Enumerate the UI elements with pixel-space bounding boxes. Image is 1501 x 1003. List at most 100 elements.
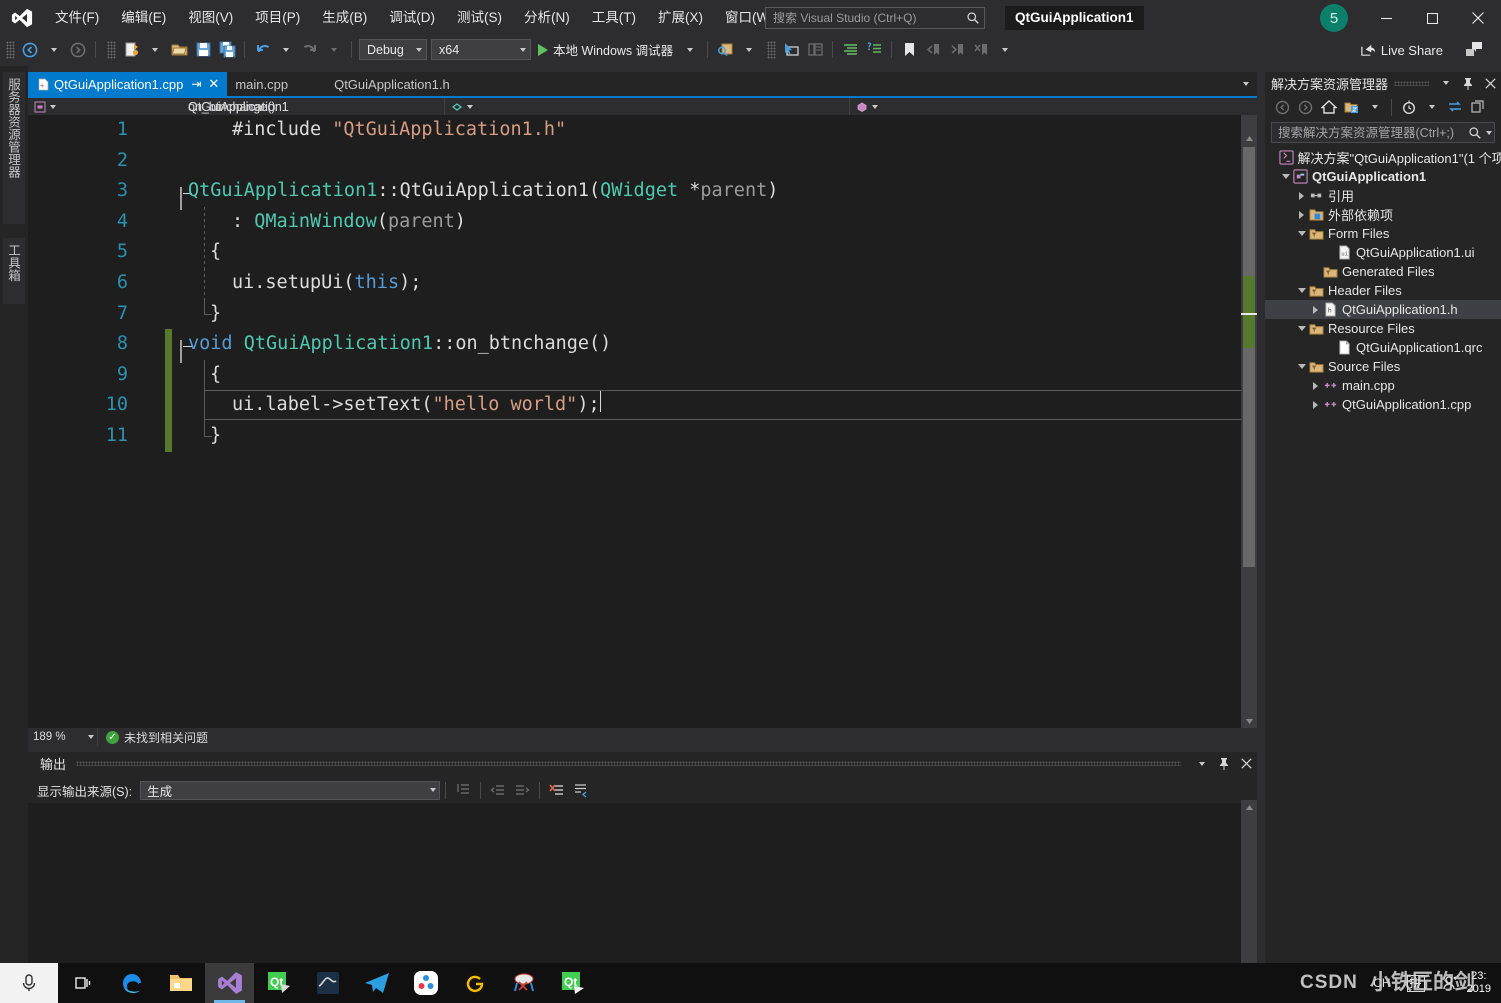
taskbar-app-visual-studio[interactable] [205, 963, 254, 1003]
close-icon[interactable]: ✕ [208, 76, 219, 92]
tab-main-cpp[interactable]: main.cpp [227, 72, 296, 96]
select-element-icon[interactable] [779, 39, 803, 61]
previous-bookmark-icon[interactable] [921, 39, 945, 61]
pin-icon[interactable] [1457, 72, 1479, 95]
tab-qtguiapplication1-cpp[interactable]: + QtGuiApplication1.cpp ⇥ ✕ [28, 72, 227, 96]
new-project-dropdown[interactable] [143, 39, 167, 61]
redo-icon[interactable] [298, 39, 322, 61]
code-line[interactable]: 6ui.setupUi(this); [28, 268, 1238, 299]
chevron-down-icon[interactable] [1295, 281, 1308, 300]
start-debugging-dropdown[interactable] [678, 39, 702, 61]
taskbar-app-edge[interactable] [107, 963, 156, 1003]
code-line[interactable]: 10ui.label->setText("hello world"); [28, 390, 1238, 421]
maximize-button[interactable] [1409, 0, 1455, 36]
start-debugging-button[interactable]: 本地 Windows 调试器 [533, 39, 678, 61]
output-vertical-scrollbar[interactable] [1241, 800, 1257, 978]
sidebar-tab-server-explorer[interactable]: 服务器资源管理器 [3, 72, 25, 224]
solution-tree-item[interactable]: Form Files [1265, 224, 1501, 243]
solution-tree-item[interactable]: 外部依赖项 [1265, 205, 1501, 224]
chevron-down-icon[interactable] [1295, 319, 1308, 338]
tab-qtguiapplication1-h[interactable]: QtGuiApplication1.h [326, 72, 458, 96]
code-line[interactable]: 3QtGuiApplication1::QtGuiApplication1(QW… [28, 176, 1238, 207]
task-list-icon[interactable] [838, 39, 862, 61]
sidebar-tab-toolbox[interactable]: 工具箱 [3, 238, 25, 304]
chevron-down-icon[interactable] [1295, 224, 1308, 243]
scroll-down-icon[interactable] [1241, 714, 1257, 728]
minimize-button[interactable] [1363, 0, 1409, 36]
code-line[interactable]: 8void QtGuiApplication1::on_btnchange() [28, 329, 1238, 360]
clear-bookmarks-icon[interactable] [969, 39, 993, 61]
save-all-icon[interactable] [215, 39, 239, 61]
home-icon[interactable] [1317, 96, 1340, 118]
code-line[interactable]: 9{ [28, 360, 1238, 391]
taskbar-app-telegram[interactable] [352, 963, 401, 1003]
close-button[interactable] [1455, 0, 1501, 36]
help-list-icon[interactable] [862, 39, 886, 61]
jump-to-source-icon[interactable] [451, 779, 475, 801]
panel-drag-dots[interactable] [76, 761, 1181, 766]
send-feedback-icon[interactable] [1465, 40, 1483, 61]
close-icon[interactable] [1479, 72, 1501, 95]
chevron-right-icon[interactable] [1295, 186, 1308, 205]
zoom-level-combo[interactable]: 189 % [28, 728, 98, 746]
find-in-files-icon[interactable] [713, 39, 737, 61]
clear-all-icon[interactable] [545, 779, 569, 801]
menu-analyze[interactable]: 分析(N) [513, 0, 581, 36]
taskbar-app-qt-creator[interactable]: Qt [254, 963, 303, 1003]
find-dropdown[interactable] [737, 39, 761, 61]
solution-tree-item[interactable]: uiQtGuiApplication1.ui [1265, 243, 1501, 262]
next-message-icon[interactable] [510, 779, 534, 801]
menu-edit[interactable]: 编辑(E) [110, 0, 177, 36]
code-line[interactable]: 11} [28, 421, 1238, 452]
live-share-button[interactable]: Live Share [1360, 40, 1443, 60]
pending-changes-dropdown[interactable] [1420, 96, 1443, 118]
output-panel-dropdown[interactable] [1191, 752, 1213, 775]
menu-build[interactable]: 生成(B) [311, 0, 378, 36]
save-icon[interactable] [191, 39, 215, 61]
navigate-back-dropdown[interactable] [42, 39, 66, 61]
menu-file[interactable]: 文件(F) [44, 0, 110, 36]
menu-project[interactable]: 项目(P) [244, 0, 311, 36]
pin-icon[interactable]: ⇥ [191, 77, 201, 91]
global-search-box[interactable] [765, 7, 985, 29]
solution-tree-item[interactable]: QtGuiApplication1.cpp [1265, 395, 1501, 414]
taskbar-app-snipaste[interactable] [499, 963, 548, 1003]
chevron-down-icon[interactable] [1295, 357, 1308, 376]
navbar-member-combo[interactable]: on_btnchange() [850, 98, 1255, 115]
output-text-area[interactable] [28, 803, 1257, 978]
chevron-down-icon[interactable] [1486, 131, 1492, 135]
properties-icon[interactable] [1466, 96, 1489, 118]
toolbar-overflow-icon[interactable] [1363, 96, 1386, 118]
forward-icon[interactable] [1294, 96, 1317, 118]
solution-tree-item[interactable]: 解决方案"QtGuiApplication1"(1 个项 [1265, 148, 1501, 167]
sync-with-active-icon[interactable] [1443, 96, 1466, 118]
solution-tree-item[interactable]: Header Files [1265, 281, 1501, 300]
taskbar-app-qt-designer[interactable]: Qt [548, 963, 597, 1003]
pin-icon[interactable] [1213, 752, 1235, 775]
menu-view[interactable]: 视图(V) [177, 0, 244, 36]
solution-tree-item[interactable]: Source Files [1265, 357, 1501, 376]
solution-tree-item[interactable]: hQtGuiApplication1.h [1265, 300, 1501, 319]
toolbar-grip[interactable] [6, 41, 15, 59]
solution-tree-item[interactable]: QtGuiApplication1 [1265, 167, 1501, 186]
toggle-word-wrap-icon[interactable] [569, 779, 593, 801]
code-editor[interactable]: 1#include "QtGuiApplication1.h"23QtGuiAp… [28, 115, 1257, 728]
solution-explorer-dropdown[interactable] [1435, 72, 1457, 95]
editor-scroll-thumb[interactable] [1243, 147, 1255, 567]
close-icon[interactable] [1235, 752, 1257, 775]
solution-tree-item[interactable]: 引用 [1265, 186, 1501, 205]
chevron-right-icon[interactable] [1309, 376, 1322, 395]
code-line[interactable]: 4: QMainWindow(parent) [28, 207, 1238, 238]
navigate-forward-icon[interactable] [66, 39, 90, 61]
panel-drag-dots[interactable] [1394, 81, 1429, 86]
code-line[interactable]: 1#include "QtGuiApplication1.h" [28, 115, 1238, 146]
toolbar-overflow-button[interactable] [993, 39, 1017, 61]
output-scroll-up-icon[interactable] [1243, 803, 1255, 812]
account-badge[interactable]: 5 [1320, 4, 1348, 32]
navigate-back-icon[interactable] [18, 39, 42, 61]
chevron-right-icon[interactable] [1309, 300, 1322, 319]
solution-tree[interactable]: 解决方案"QtGuiApplication1"(1 个项QtGuiApplica… [1265, 148, 1501, 414]
solution-tree-item[interactable]: QtGuiApplication1.qrc [1265, 338, 1501, 357]
previous-message-icon[interactable] [486, 779, 510, 801]
solution-tree-item[interactable]: Resource Files [1265, 319, 1501, 338]
